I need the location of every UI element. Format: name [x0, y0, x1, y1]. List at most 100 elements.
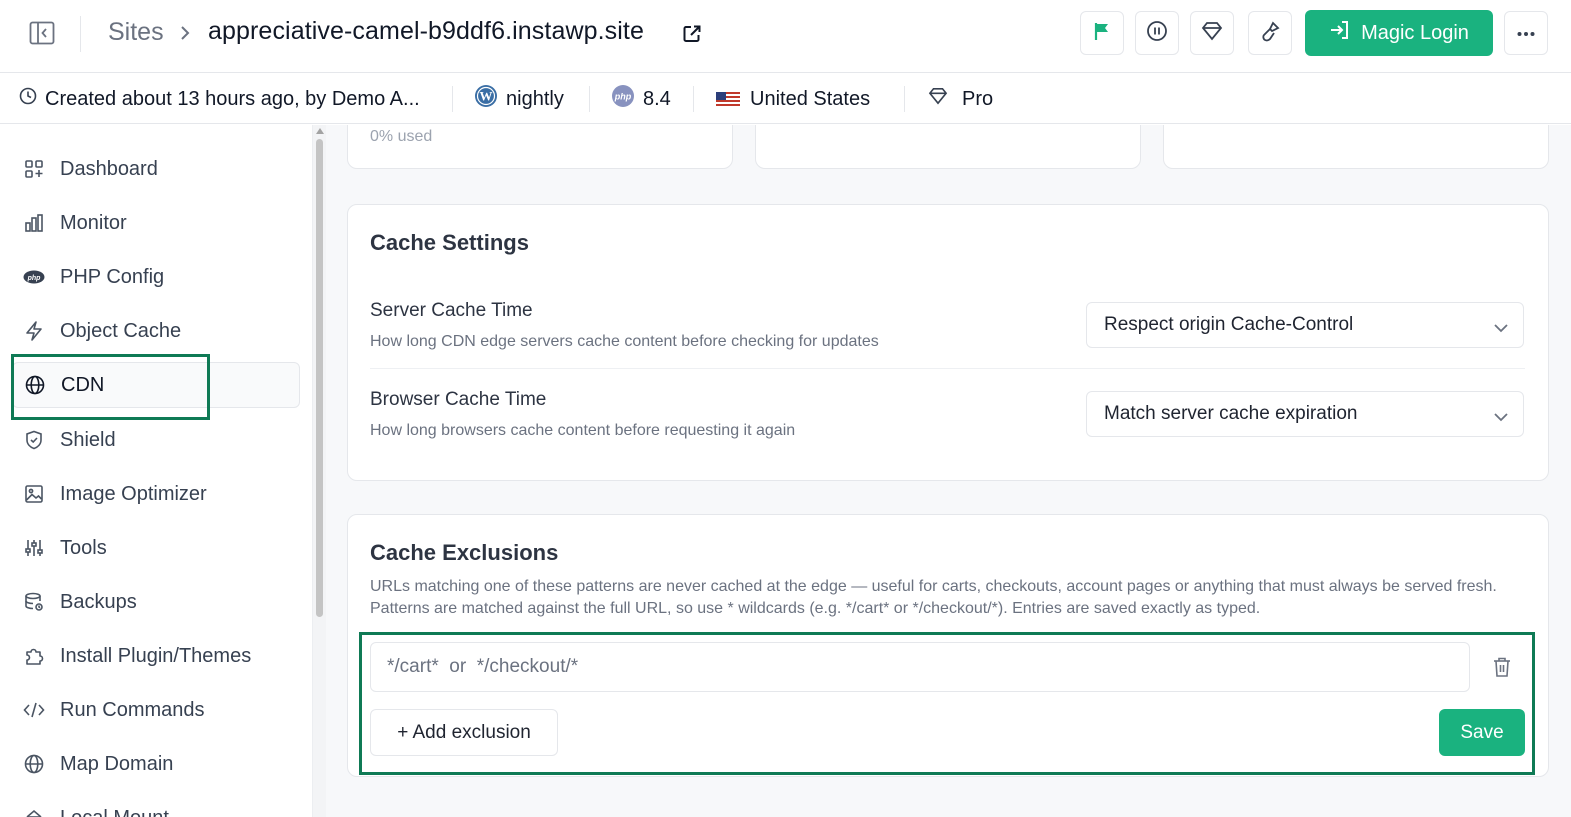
gem-button[interactable]: [1190, 11, 1234, 55]
scrollbar-thumb[interactable]: [316, 139, 323, 617]
stat-card: [755, 125, 1141, 169]
breadcrumb-site-name: appreciative-camel-b9ddf6.instawp.site: [208, 17, 644, 45]
image-icon: [12, 484, 56, 504]
puzzle-icon: [12, 646, 56, 666]
chevron-down-icon: [1493, 318, 1509, 340]
exclusions-highlight-box: [359, 632, 1535, 775]
server-cache-time-value: Respect origin Cache-Control: [1104, 314, 1354, 335]
lightning-icon: [12, 321, 56, 341]
pause-button[interactable]: [1135, 11, 1179, 55]
us-flag-icon: [716, 92, 740, 106]
sidebar-item-label: Map Domain: [60, 752, 174, 775]
php-icon: php: [12, 270, 56, 284]
svg-text:php: php: [614, 92, 632, 102]
sidebar-item-label: Shield: [60, 428, 116, 451]
sidebar-toggle-icon[interactable]: [28, 20, 56, 46]
sidebar-item-local-mount[interactable]: Local Mount: [12, 795, 300, 817]
dashboard-icon: [12, 159, 56, 179]
brush-button[interactable]: [1248, 11, 1292, 55]
browser-cache-time-select[interactable]: Match server cache expiration: [1086, 391, 1524, 437]
sidebar-item-label: Backups: [60, 590, 137, 613]
server-cache-time-select[interactable]: Respect origin Cache-Control: [1086, 302, 1524, 348]
magic-login-button[interactable]: Magic Login: [1305, 10, 1493, 56]
shield-icon: [12, 430, 56, 450]
sidebar-item-backups[interactable]: Backups: [12, 579, 300, 625]
cache-exclusions-title: Cache Exclusions: [370, 540, 559, 565]
wordpress-icon: W: [474, 84, 498, 114]
browser-cache-time-desc: How long browsers cache content before r…: [370, 422, 796, 439]
chevron-right-icon: [178, 22, 192, 49]
site-info-bar: Created about 13 hours ago, by Demo A...…: [0, 74, 1571, 124]
server-cache-time-label: Server Cache Time: [370, 300, 533, 321]
header-divider: [80, 16, 81, 52]
sidebar-item-php-config[interactable]: php PHP Config: [12, 254, 300, 300]
php-version-info: php 8.4: [611, 74, 671, 124]
stat-card: [1163, 125, 1549, 169]
magic-login-label: Magic Login: [1361, 21, 1469, 44]
info-divider: [693, 86, 694, 112]
region-text: United States: [750, 87, 871, 110]
login-icon: [1329, 19, 1351, 47]
sidebar-item-label: Tools: [60, 536, 107, 559]
external-link-icon[interactable]: [682, 24, 702, 49]
bar-chart-icon: [12, 213, 56, 233]
more-options-button[interactable]: [1504, 11, 1548, 55]
usage-text: 0% used: [370, 128, 433, 145]
created-text: Created about 13 hours ago, by Demo A...: [45, 87, 420, 110]
more-icon: [1517, 24, 1535, 42]
flag-button[interactable]: [1080, 11, 1124, 55]
server-cache-time-desc: How long CDN edge servers cache content …: [370, 333, 879, 350]
gem-icon: [1201, 21, 1223, 46]
brush-icon: [1259, 20, 1281, 47]
sidebar-item-label: PHP Config: [60, 265, 165, 288]
breadcrumb-sites[interactable]: Sites: [108, 18, 164, 47]
sidebar-item-label: Install Plugin/Themes: [60, 644, 252, 667]
sidebar-item-monitor[interactable]: Monitor: [12, 200, 300, 246]
sidebar-item-map-domain[interactable]: Map Domain: [12, 741, 300, 787]
plan-info: Pro: [928, 74, 993, 124]
sidebar: Dashboard Monitor php PHP Config Object …: [0, 125, 312, 817]
region-info: United States: [716, 74, 870, 124]
sidebar-item-run-commands[interactable]: Run Commands: [12, 687, 300, 733]
mount-icon: [12, 808, 56, 817]
sidebar-item-label: Local Mount: [60, 807, 169, 817]
sidebar-item-shield[interactable]: Shield: [12, 417, 300, 463]
database-icon: [12, 592, 56, 612]
info-divider: [589, 86, 590, 112]
flag-icon: [1092, 21, 1112, 46]
usage-card: 0% used: [347, 125, 733, 169]
settings-divider: [370, 368, 1525, 369]
gem-icon: [928, 87, 948, 111]
clock-icon: [19, 87, 37, 111]
browser-cache-time-value: Match server cache expiration: [1104, 403, 1358, 424]
php-version-text: 8.4: [643, 87, 671, 110]
sidebar-item-label: Dashboard: [60, 157, 158, 180]
sliders-icon: [12, 538, 56, 558]
sidebar-item-label: Monitor: [60, 211, 127, 234]
pause-icon: [1146, 20, 1168, 47]
browser-cache-time-label: Browser Cache Time: [370, 389, 547, 410]
created-info: Created about 13 hours ago, by Demo A...: [19, 74, 420, 124]
sidebar-item-label: Image Optimizer: [60, 482, 207, 505]
scroll-up-icon[interactable]: [316, 128, 324, 134]
sidebar-item-dashboard[interactable]: Dashboard: [12, 146, 300, 192]
sidebar-item-label: Run Commands: [60, 698, 205, 721]
svg-text:W: W: [480, 89, 493, 104]
sidebar-item-image-optimizer[interactable]: Image Optimizer: [12, 471, 300, 517]
svg-text:php: php: [27, 275, 42, 282]
wp-version-text: nightly: [506, 87, 564, 110]
info-divider: [904, 86, 905, 112]
sidebar-item-object-cache[interactable]: Object Cache: [12, 308, 300, 354]
chevron-down-icon: [1493, 407, 1509, 429]
sidebar-item-tools[interactable]: Tools: [12, 525, 300, 571]
cache-exclusions-desc: URLs matching one of these patterns are …: [370, 578, 1497, 617]
cdn-highlight-box: [11, 354, 210, 420]
globe-icon: [12, 754, 56, 774]
sidebar-item-install-plugin-themes[interactable]: Install Plugin/Themes: [12, 633, 300, 679]
php-icon: php: [611, 84, 635, 114]
info-divider: [452, 86, 453, 112]
sidebar-scrollbar[interactable]: [312, 125, 326, 817]
top-header: Sites appreciative-camel-b9ddf6.instawp.…: [0, 0, 1571, 73]
sidebar-item-label: Object Cache: [60, 319, 182, 342]
plan-text: Pro: [962, 87, 994, 110]
